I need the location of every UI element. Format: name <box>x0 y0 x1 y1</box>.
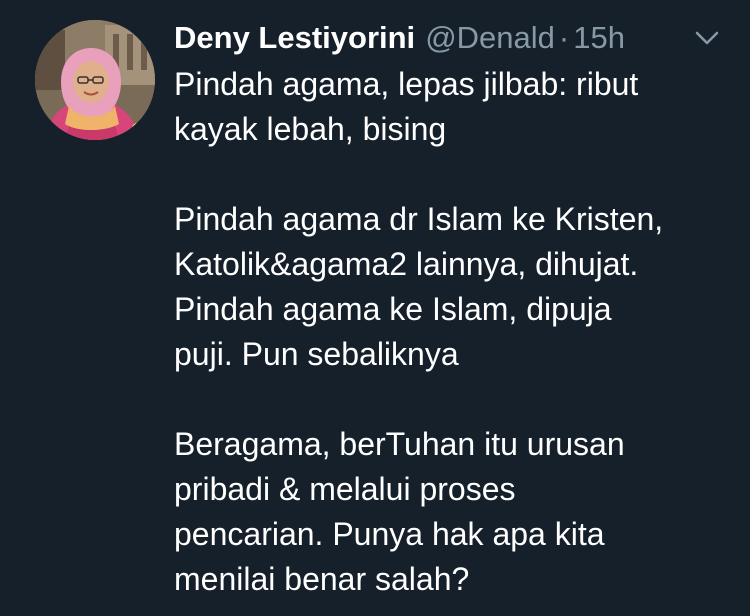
tweet-text-line: Beragama, berTuhan itu urusan <box>174 426 625 462</box>
tweet-text-line: Pindah agama, lepas jilbab: ribut <box>174 66 639 102</box>
avatar-photo-icon <box>35 20 155 140</box>
tweet-text-line: menilai benar salah? <box>174 561 470 597</box>
timestamp[interactable]: 15h <box>573 20 625 56</box>
user-handle[interactable]: @Denald <box>425 20 555 56</box>
paragraph-break <box>174 152 734 197</box>
separator-dot: · <box>558 20 570 55</box>
chevron-down-icon[interactable] <box>694 28 720 48</box>
display-name[interactable]: Deny Lestiyorini <box>174 20 415 56</box>
avatar[interactable] <box>35 20 155 140</box>
tweet-text-line: Pindah agama dr Islam ke Kristen, <box>174 201 664 237</box>
paragraph-break <box>174 377 734 422</box>
tweet-text-line: puji. Pun sebaliknya <box>174 336 459 372</box>
tweet[interactable]: Deny Lestiyorini @Denald · 15h Pindah ag… <box>0 0 750 616</box>
tweet-text: Pindah agama, lepas jilbab: ribut kayak … <box>174 62 734 602</box>
tweet-text-line: Pindah agama ke Islam, dipuja <box>174 291 612 327</box>
tweet-text-line: Katolik&agama2 lainnya, dihujat. <box>174 246 639 282</box>
tweet-header: Deny Lestiyorini @Denald · 15h <box>174 16 625 60</box>
tweet-text-line: pribadi & melalui proses <box>174 471 516 507</box>
tweet-text-line: kayak lebah, bising <box>174 111 447 147</box>
tweet-text-line: pencarian. Punya hak apa kita <box>174 516 605 552</box>
